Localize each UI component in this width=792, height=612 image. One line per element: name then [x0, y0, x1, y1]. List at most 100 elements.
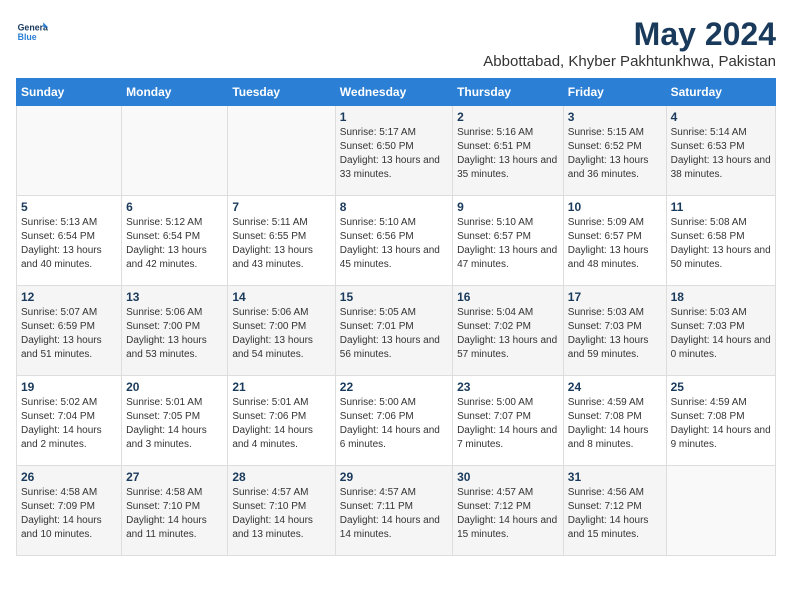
day-number: 6: [126, 200, 223, 214]
day-number: 16: [457, 290, 559, 304]
day-number: 30: [457, 470, 559, 484]
day-info: Sunrise: 4:57 AM Sunset: 7:10 PM Dayligh…: [232, 486, 330, 542]
calendar-cell: 11 Sunrise: 5:08 AM Sunset: 6:58 PM Dayli…: [666, 196, 775, 286]
calendar-cell: 19Sunrise: 5:02 AM Sunset: 7:04 PM Dayli…: [17, 376, 122, 466]
day-info: Sunrise: 5:02 AM Sunset: 7:04 PM Dayligh…: [21, 396, 117, 452]
day-number: 17: [568, 290, 662, 304]
day-info: Sunrise: 5:00 AM Sunset: 7:06 PM Dayligh…: [340, 396, 448, 452]
day-info: Sunrise: 5:13 AM Sunset: 6:54 PM Dayligh…: [21, 216, 117, 272]
day-info: Sunrise: 5:09 AM Sunset: 6:57 PM Dayligh…: [568, 216, 662, 272]
calendar-cell: 26Sunrise: 4:58 AM Sunset: 7:09 PM Dayli…: [17, 466, 122, 556]
col-header-friday: Friday: [563, 79, 666, 106]
page-title: May 2024: [483, 16, 776, 53]
day-number: 14: [232, 290, 330, 304]
day-number: 7: [232, 200, 330, 214]
day-number: 25: [671, 380, 771, 394]
day-info: Sunrise: 4:56 AM Sunset: 7:12 PM Dayligh…: [568, 486, 662, 542]
day-number: 22: [340, 380, 448, 394]
day-info: Sunrise: 5:03 AM Sunset: 7:03 PM Dayligh…: [568, 306, 662, 362]
calendar-cell: 3 Sunrise: 5:15 AM Sunset: 6:52 PM Daylig…: [563, 106, 666, 196]
day-info: Sunrise: 5:14 AM Sunset: 6:53 PM Dayligh…: [671, 126, 771, 182]
day-info: Sunrise: 5:07 AM Sunset: 6:59 PM Dayligh…: [21, 306, 117, 362]
header-row: SundayMondayTuesdayWednesdayThursdayFrid…: [17, 79, 776, 106]
col-header-thursday: Thursday: [453, 79, 564, 106]
day-info: Sunrise: 5:11 AM Sunset: 6:55 PM Dayligh…: [232, 216, 330, 272]
day-info: Sunrise: 5:10 AM Sunset: 6:56 PM Dayligh…: [340, 216, 448, 272]
day-info: Sunrise: 5:04 AM Sunset: 7:02 PM Dayligh…: [457, 306, 559, 362]
day-number: 27: [126, 470, 223, 484]
calendar-cell: 7 Sunrise: 5:11 AM Sunset: 6:55 PM Daylig…: [228, 196, 335, 286]
calendar-cell: 10 Sunrise: 5:09 AM Sunset: 6:57 PM Dayli…: [563, 196, 666, 286]
calendar-cell: 21Sunrise: 5:01 AM Sunset: 7:06 PM Dayli…: [228, 376, 335, 466]
col-header-monday: Monday: [122, 79, 228, 106]
calendar-cell: [17, 106, 122, 196]
logo-icon: General Blue: [16, 16, 48, 48]
day-number: 21: [232, 380, 330, 394]
day-info: Sunrise: 4:57 AM Sunset: 7:11 PM Dayligh…: [340, 486, 448, 542]
day-info: Sunrise: 5:06 AM Sunset: 7:00 PM Dayligh…: [232, 306, 330, 362]
day-info: Sunrise: 5:16 AM Sunset: 6:51 PM Dayligh…: [457, 126, 559, 182]
day-number: 5: [21, 200, 117, 214]
day-info: Sunrise: 5:06 AM Sunset: 7:00 PM Dayligh…: [126, 306, 223, 362]
calendar-table: SundayMondayTuesdayWednesdayThursdayFrid…: [16, 78, 776, 556]
day-number: 18: [671, 290, 771, 304]
calendar-cell: 22 Sunrise: 5:00 AM Sunset: 7:06 PM Dayli…: [335, 376, 452, 466]
day-number: 15: [340, 290, 448, 304]
day-number: 31: [568, 470, 662, 484]
calendar-cell: 8 Sunrise: 5:10 AM Sunset: 6:56 PM Daylig…: [335, 196, 452, 286]
day-number: 20: [126, 380, 223, 394]
day-number: 12: [21, 290, 117, 304]
col-header-saturday: Saturday: [666, 79, 775, 106]
calendar-cell: [228, 106, 335, 196]
title-block: May 2024 Abbottabad, Khyber Pakhtunkhwa,…: [483, 16, 776, 70]
logo: General Blue: [16, 16, 48, 48]
calendar-cell: 24 Sunrise: 4:59 AM Sunset: 7:08 PM Dayli…: [563, 376, 666, 466]
calendar-cell: 16 Sunrise: 5:04 AM Sunset: 7:02 PM Dayli…: [453, 286, 564, 376]
day-number: 3: [568, 110, 662, 124]
col-header-wednesday: Wednesday: [335, 79, 452, 106]
calendar-cell: 6Sunrise: 5:12 AM Sunset: 6:54 PM Daylig…: [122, 196, 228, 286]
day-info: Sunrise: 4:59 AM Sunset: 7:08 PM Dayligh…: [568, 396, 662, 452]
day-info: Sunrise: 5:15 AM Sunset: 6:52 PM Dayligh…: [568, 126, 662, 182]
day-number: 29: [340, 470, 448, 484]
day-number: 28: [232, 470, 330, 484]
day-number: 8: [340, 200, 448, 214]
day-number: 13: [126, 290, 223, 304]
week-row-4: 19Sunrise: 5:02 AM Sunset: 7:04 PM Dayli…: [17, 376, 776, 466]
week-row-2: 5 Sunrise: 5:13 AM Sunset: 6:54 PM Daylig…: [17, 196, 776, 286]
page-subtitle: Abbottabad, Khyber Pakhtunkhwa, Pakistan: [483, 53, 776, 70]
day-number: 23: [457, 380, 559, 394]
calendar-cell: 31 Sunrise: 4:56 AM Sunset: 7:12 PM Dayli…: [563, 466, 666, 556]
col-header-tuesday: Tuesday: [228, 79, 335, 106]
calendar-cell: 28 Sunrise: 4:57 AM Sunset: 7:10 PM Dayli…: [228, 466, 335, 556]
day-info: Sunrise: 5:05 AM Sunset: 7:01 PM Dayligh…: [340, 306, 448, 362]
calendar-cell: 27 Sunrise: 4:58 AM Sunset: 7:10 PM Dayli…: [122, 466, 228, 556]
day-number: 24: [568, 380, 662, 394]
calendar-cell: [666, 466, 775, 556]
day-number: 10: [568, 200, 662, 214]
day-number: 1: [340, 110, 448, 124]
day-number: 9: [457, 200, 559, 214]
day-number: 11: [671, 200, 771, 214]
day-number: 4: [671, 110, 771, 124]
day-info: Sunrise: 4:58 AM Sunset: 7:10 PM Dayligh…: [126, 486, 223, 542]
calendar-cell: 1Sunrise: 5:17 AM Sunset: 6:50 PM Daylig…: [335, 106, 452, 196]
day-info: Sunrise: 4:58 AM Sunset: 7:09 PM Dayligh…: [21, 486, 117, 542]
day-info: Sunrise: 5:01 AM Sunset: 7:05 PM Dayligh…: [126, 396, 223, 452]
calendar-cell: [122, 106, 228, 196]
calendar-cell: 18Sunrise: 5:03 AM Sunset: 7:03 PM Dayli…: [666, 286, 775, 376]
svg-text:Blue: Blue: [18, 32, 37, 42]
day-number: 2: [457, 110, 559, 124]
calendar-cell: 30Sunrise: 4:57 AM Sunset: 7:12 PM Dayli…: [453, 466, 564, 556]
calendar-cell: 14 Sunrise: 5:06 AM Sunset: 7:00 PM Dayli…: [228, 286, 335, 376]
calendar-cell: 25 Sunrise: 4:59 AM Sunset: 7:08 PM Dayli…: [666, 376, 775, 466]
day-info: Sunrise: 5:00 AM Sunset: 7:07 PM Dayligh…: [457, 396, 559, 452]
calendar-cell: 23 Sunrise: 5:00 AM Sunset: 7:07 PM Dayli…: [453, 376, 564, 466]
calendar-cell: 20 Sunrise: 5:01 AM Sunset: 7:05 PM Dayli…: [122, 376, 228, 466]
day-info: Sunrise: 5:08 AM Sunset: 6:58 PM Dayligh…: [671, 216, 771, 272]
calendar-cell: 15 Sunrise: 5:05 AM Sunset: 7:01 PM Dayli…: [335, 286, 452, 376]
calendar-cell: 17 Sunrise: 5:03 AM Sunset: 7:03 PM Dayli…: [563, 286, 666, 376]
calendar-cell: 4 Sunrise: 5:14 AM Sunset: 6:53 PM Daylig…: [666, 106, 775, 196]
col-header-sunday: Sunday: [17, 79, 122, 106]
day-info: Sunrise: 4:59 AM Sunset: 7:08 PM Dayligh…: [671, 396, 771, 452]
